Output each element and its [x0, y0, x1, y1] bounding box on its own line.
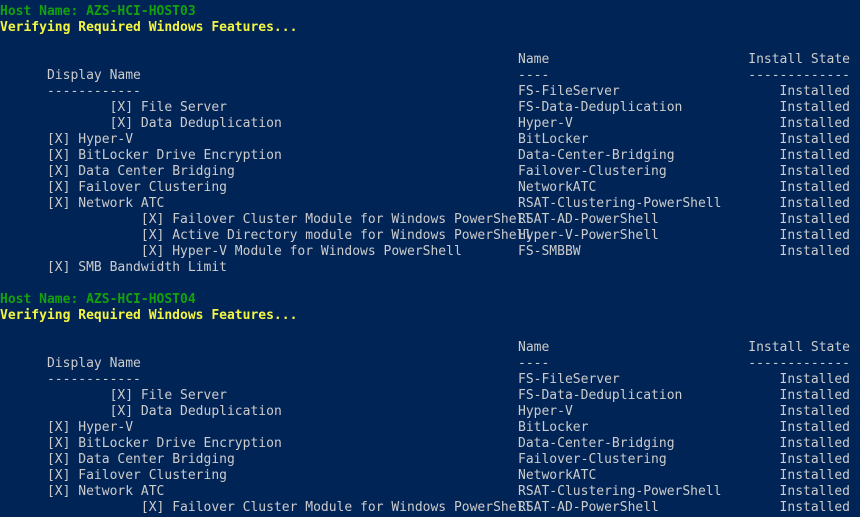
host-name-line: Host Name: AZS-HCI-HOST03 [0, 4, 196, 19]
table-row: [X] Hyper-V Hyper-V Installed [0, 404, 860, 435]
feature-name: FS-Data-Deduplication [518, 100, 683, 115]
feature-name: Hyper-V [518, 116, 573, 131]
table-row: [X] Data Deduplication FS-Data-Deduplica… [0, 100, 860, 131]
column-rule-install-state: ------------- [748, 356, 850, 371]
column-header-name: Name [518, 52, 550, 67]
feature-name: Failover-Clustering [518, 452, 667, 467]
feature-display-name: [X] SMB Bandwidth Limit [46, 260, 227, 275]
verifying-status-line: Verifying Required Windows Features... [0, 20, 298, 35]
feature-install-state: Installed [779, 164, 850, 179]
table-row: [X] BitLocker Drive Encryption BitLocker… [0, 420, 860, 451]
feature-name: BitLocker [518, 420, 589, 435]
verifying-status-line: Verifying Required Windows Features... [0, 308, 298, 323]
feature-name: Data-Center-Bridging [518, 148, 675, 163]
feature-name: BitLocker [518, 132, 589, 147]
feature-install-state: Installed [779, 100, 850, 115]
feature-name: NetworkATC [518, 180, 597, 195]
table-header-rule-row: ------------ ---- ------------- [0, 356, 860, 387]
feature-name: RSAT-AD-PowerShell [518, 212, 659, 227]
host-name-line: Host Name: AZS-HCI-HOST04 [0, 292, 196, 307]
column-rule-name: ---- [518, 68, 550, 83]
table-row: [X] Failover Clustering Failover-Cluster… [0, 164, 860, 195]
table-header-row: Display Name Name Install State [0, 340, 860, 371]
feature-install-state: Installed [779, 436, 850, 451]
feature-name: FS-FileServer [518, 84, 620, 99]
table-row: [X] Failover Cluster Module for Windows … [0, 196, 860, 227]
feature-install-state: Installed [779, 84, 850, 99]
powershell-console[interactable]: Host Name: AZS-HCI-HOST03 Verifying Requ… [0, 0, 860, 517]
column-header-install-state: Install State [748, 52, 850, 67]
column-header-name: Name [518, 340, 550, 355]
table-row: [X] Network ATC NetworkATC Installed [0, 468, 860, 499]
table-row: [X] Data Center Bridging Data-Center-Bri… [0, 436, 860, 467]
feature-name: Failover-Clustering [518, 164, 667, 179]
feature-install-state: Installed [779, 388, 850, 403]
feature-install-state: Installed [779, 132, 850, 147]
table-row: [X] File Server FS-FileServer Installed [0, 372, 860, 403]
feature-name: RSAT-Clustering-PowerShell [518, 484, 722, 499]
column-rule-name: ---- [518, 356, 550, 371]
table-row: [X] SMB Bandwidth Limit FS-SMBBW Install… [0, 244, 860, 275]
column-rule-install-state: ------------- [748, 68, 850, 83]
feature-name: FS-Data-Deduplication [518, 388, 683, 403]
feature-install-state: Installed [779, 404, 850, 419]
table-row: [X] Data Center Bridging Data-Center-Bri… [0, 148, 860, 179]
feature-name: RSAT-Clustering-PowerShell [518, 196, 722, 211]
feature-install-state: Installed [779, 452, 850, 467]
table-row: [X] Failover Cluster Module for Windows … [0, 484, 860, 515]
feature-install-state: Installed [779, 148, 850, 163]
column-header-install-state: Install State [748, 340, 850, 355]
host-output-block: Host Name: AZS-HCI-HOST04 Verifying Requ… [0, 292, 860, 517]
table-row: [X] Hyper-V Hyper-V Installed [0, 116, 860, 147]
feature-name: NetworkATC [518, 468, 597, 483]
feature-install-state: Installed [779, 244, 850, 259]
table-row: [X] Active Directory module for Windows … [0, 212, 860, 243]
table-header-rule-row: ------------ ---- ------------- [0, 68, 860, 99]
table-row: [X] Hyper-V Module for Windows PowerShel… [0, 228, 860, 259]
feature-install-state: Installed [779, 180, 850, 195]
feature-install-state: Installed [779, 484, 850, 499]
table-row: [X] Failover Clustering Failover-Cluster… [0, 452, 860, 483]
table-row: [X] File Server FS-FileServer Installed [0, 84, 860, 115]
feature-install-state: Installed [779, 196, 850, 211]
feature-install-state: Installed [779, 212, 850, 227]
table-row: [X] Network ATC NetworkATC Installed [0, 180, 860, 211]
feature-name: FS-SMBBW [518, 244, 581, 259]
feature-install-state: Installed [779, 468, 850, 483]
feature-install-state: Installed [779, 228, 850, 243]
table-header-row: Display Name Name Install State [0, 52, 860, 83]
feature-install-state: Installed [779, 500, 850, 515]
feature-install-state: Installed [779, 420, 850, 435]
table-row: [X] Data Deduplication FS-Data-Deduplica… [0, 388, 860, 419]
host-output-block: Host Name: AZS-HCI-HOST03 Verifying Requ… [0, 4, 860, 292]
feature-name: Hyper-V-PowerShell [518, 228, 659, 243]
table-row: [X] Active Directory module for Windows … [0, 500, 860, 517]
feature-name: Hyper-V [518, 404, 573, 419]
feature-name: Data-Center-Bridging [518, 436, 675, 451]
feature-name: FS-FileServer [518, 372, 620, 387]
feature-install-state: Installed [779, 372, 850, 387]
table-row: [X] BitLocker Drive Encryption BitLocker… [0, 132, 860, 163]
feature-install-state: Installed [779, 116, 850, 131]
feature-name: RSAT-AD-PowerShell [518, 500, 659, 515]
